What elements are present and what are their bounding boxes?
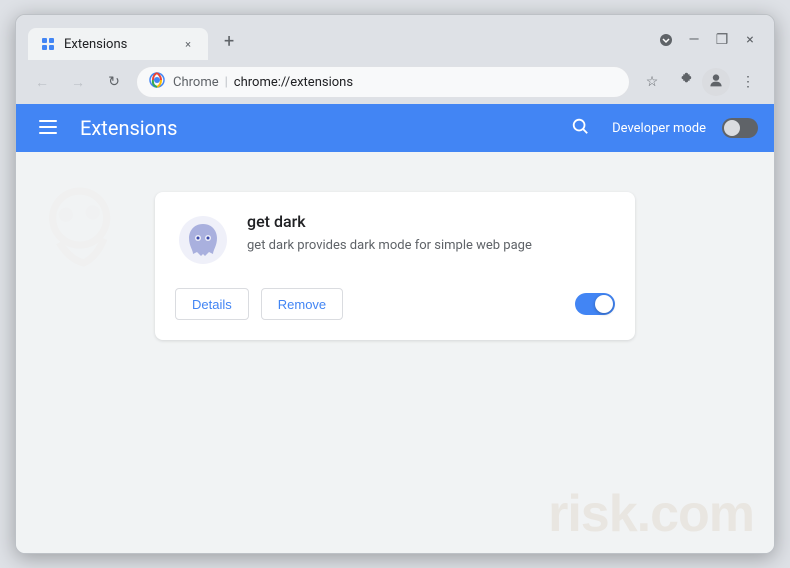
hamburger-menu-button[interactable]	[32, 112, 64, 144]
browser-toolbar: ← → ↻ Chrome | chrome://extensions	[16, 60, 774, 104]
extensions-search-button[interactable]	[564, 112, 596, 144]
extension-name: get dark	[247, 212, 615, 231]
extension-icon	[175, 212, 231, 268]
active-tab[interactable]: Extensions ×	[28, 28, 208, 60]
address-brand: Chrome	[173, 75, 219, 90]
tab-title-text: Extensions	[64, 37, 172, 52]
details-button[interactable]: Details	[175, 288, 249, 320]
watermark-top	[36, 182, 126, 285]
extension-info: get dark get dark provides dark mode for…	[247, 212, 615, 255]
tab-dropdown-button[interactable]	[654, 28, 678, 52]
reload-button[interactable]: ↻	[100, 68, 128, 96]
chrome-logo-icon	[149, 72, 165, 92]
search-icon	[571, 117, 589, 140]
back-button[interactable]: ←	[28, 68, 56, 96]
address-separator: |	[225, 75, 228, 90]
profile-icon	[708, 72, 724, 92]
toggle-knob	[724, 120, 740, 136]
title-bar: Extensions × + — ❐ ×	[16, 15, 774, 60]
address-text: Chrome | chrome://extensions	[173, 75, 353, 90]
extension-card-top: get dark get dark provides dark mode for…	[175, 212, 615, 268]
remove-button[interactable]: Remove	[261, 288, 343, 320]
new-tab-button[interactable]: +	[212, 23, 246, 60]
extension-description: get dark provides dark mode for simple w…	[247, 237, 615, 255]
tab-close-button[interactable]: ×	[180, 36, 196, 52]
extensions-page-title: Extensions	[80, 116, 548, 140]
developer-mode-toggle[interactable]	[722, 118, 758, 138]
extension-enable-toggle[interactable]	[575, 293, 615, 315]
maximize-button[interactable]: ❐	[710, 28, 734, 52]
extension-card: get dark get dark provides dark mode for…	[155, 192, 635, 340]
extensions-content: risk.com get dark g	[16, 152, 774, 553]
window-controls: — ❐ ×	[654, 28, 762, 60]
extension-card-bottom: Details Remove	[175, 288, 615, 320]
watermark: risk.com	[548, 486, 754, 543]
profile-button[interactable]	[702, 68, 730, 96]
extension-toggle-knob	[595, 295, 613, 313]
extensions-header: Extensions Developer mode	[16, 104, 774, 152]
developer-mode-label: Developer mode	[612, 121, 706, 136]
three-dot-menu-icon: ⋮	[741, 74, 755, 90]
minimize-button[interactable]: —	[682, 28, 706, 52]
address-url: chrome://extensions	[234, 75, 353, 90]
menu-button[interactable]: ⋮	[734, 68, 762, 96]
extensions-puzzle-icon	[676, 72, 692, 92]
hamburger-icon	[39, 118, 57, 139]
toolbar-actions: ☆ ⋮	[638, 68, 762, 96]
bookmark-icon: ☆	[646, 74, 659, 90]
browser-window: Extensions × + — ❐ × ← → ↻	[15, 14, 775, 554]
forward-button[interactable]: →	[64, 68, 92, 96]
bookmark-button[interactable]: ☆	[638, 68, 666, 96]
extensions-button[interactable]	[670, 68, 698, 96]
address-bar[interactable]: Chrome | chrome://extensions	[136, 66, 630, 98]
tab-favicon-icon	[40, 36, 56, 52]
close-window-button[interactable]: ×	[738, 28, 762, 52]
